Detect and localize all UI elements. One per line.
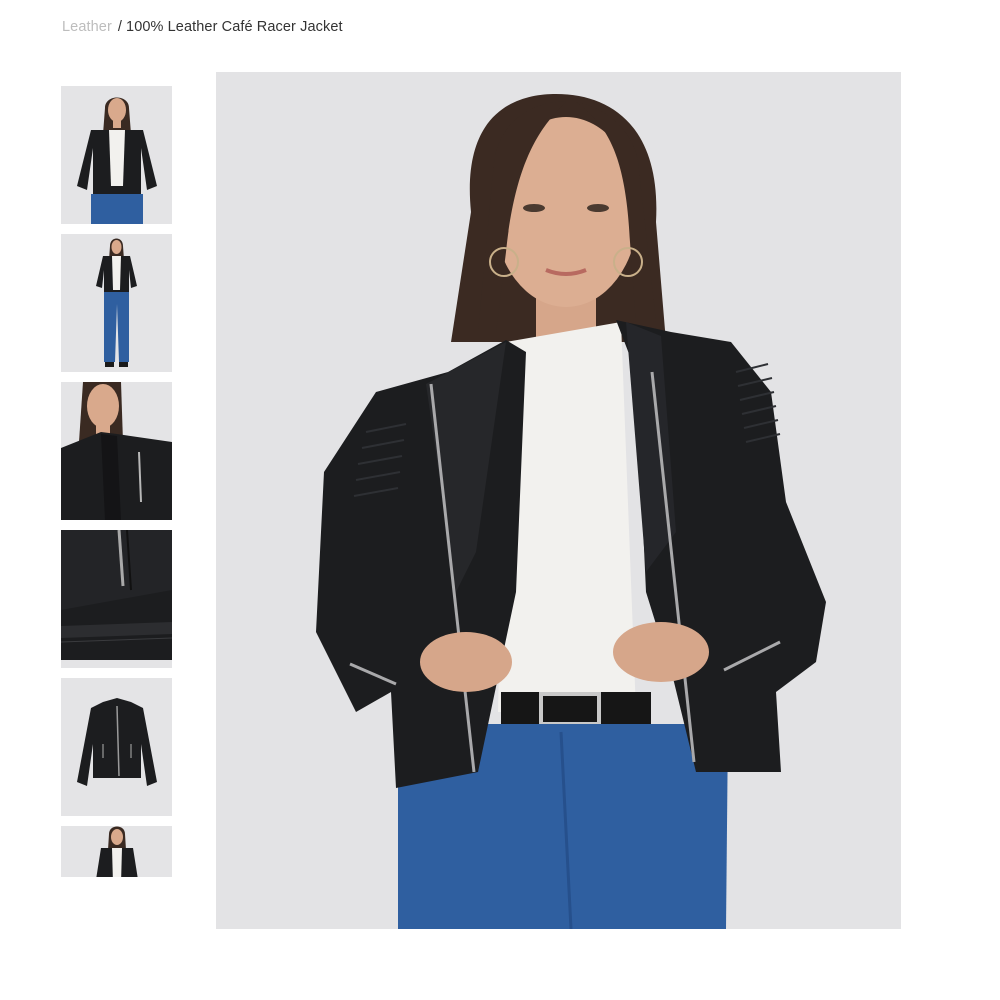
- breadcrumb-separator: /: [117, 19, 123, 35]
- thumbnail-front-full-body-image: [61, 86, 172, 224]
- main-product-image[interactable]: [216, 72, 901, 929]
- thumbnail-collar-closeup[interactable]: [61, 382, 172, 520]
- thumbnail-front-full-length-image: [61, 234, 172, 372]
- thumbnail-pocket-detail[interactable]: [61, 530, 172, 668]
- thumbnail-collar-closeup-image: [61, 382, 172, 520]
- thumbnail-front-full-body[interactable]: [61, 86, 172, 224]
- thumbnail-gallery[interactable]: [61, 86, 172, 877]
- breadcrumb-link-leather[interactable]: Leather: [62, 19, 112, 35]
- thumbnail-front-full-body-partial[interactable]: [61, 826, 172, 877]
- thumbnail-pocket-detail-image: [61, 530, 172, 668]
- thumbnail-front-full-length[interactable]: [61, 234, 172, 372]
- thumbnail-flat-lay-image: [61, 678, 172, 816]
- breadcrumb-current-product: 100% Leather Café Racer Jacket: [126, 19, 343, 35]
- thumbnail-front-full-body-partial-image: [61, 826, 172, 877]
- thumbnail-flat-lay[interactable]: [61, 678, 172, 816]
- breadcrumb: Leather /100% Leather Café Racer Jacket: [62, 19, 343, 35]
- main-product-photo: [216, 72, 901, 929]
